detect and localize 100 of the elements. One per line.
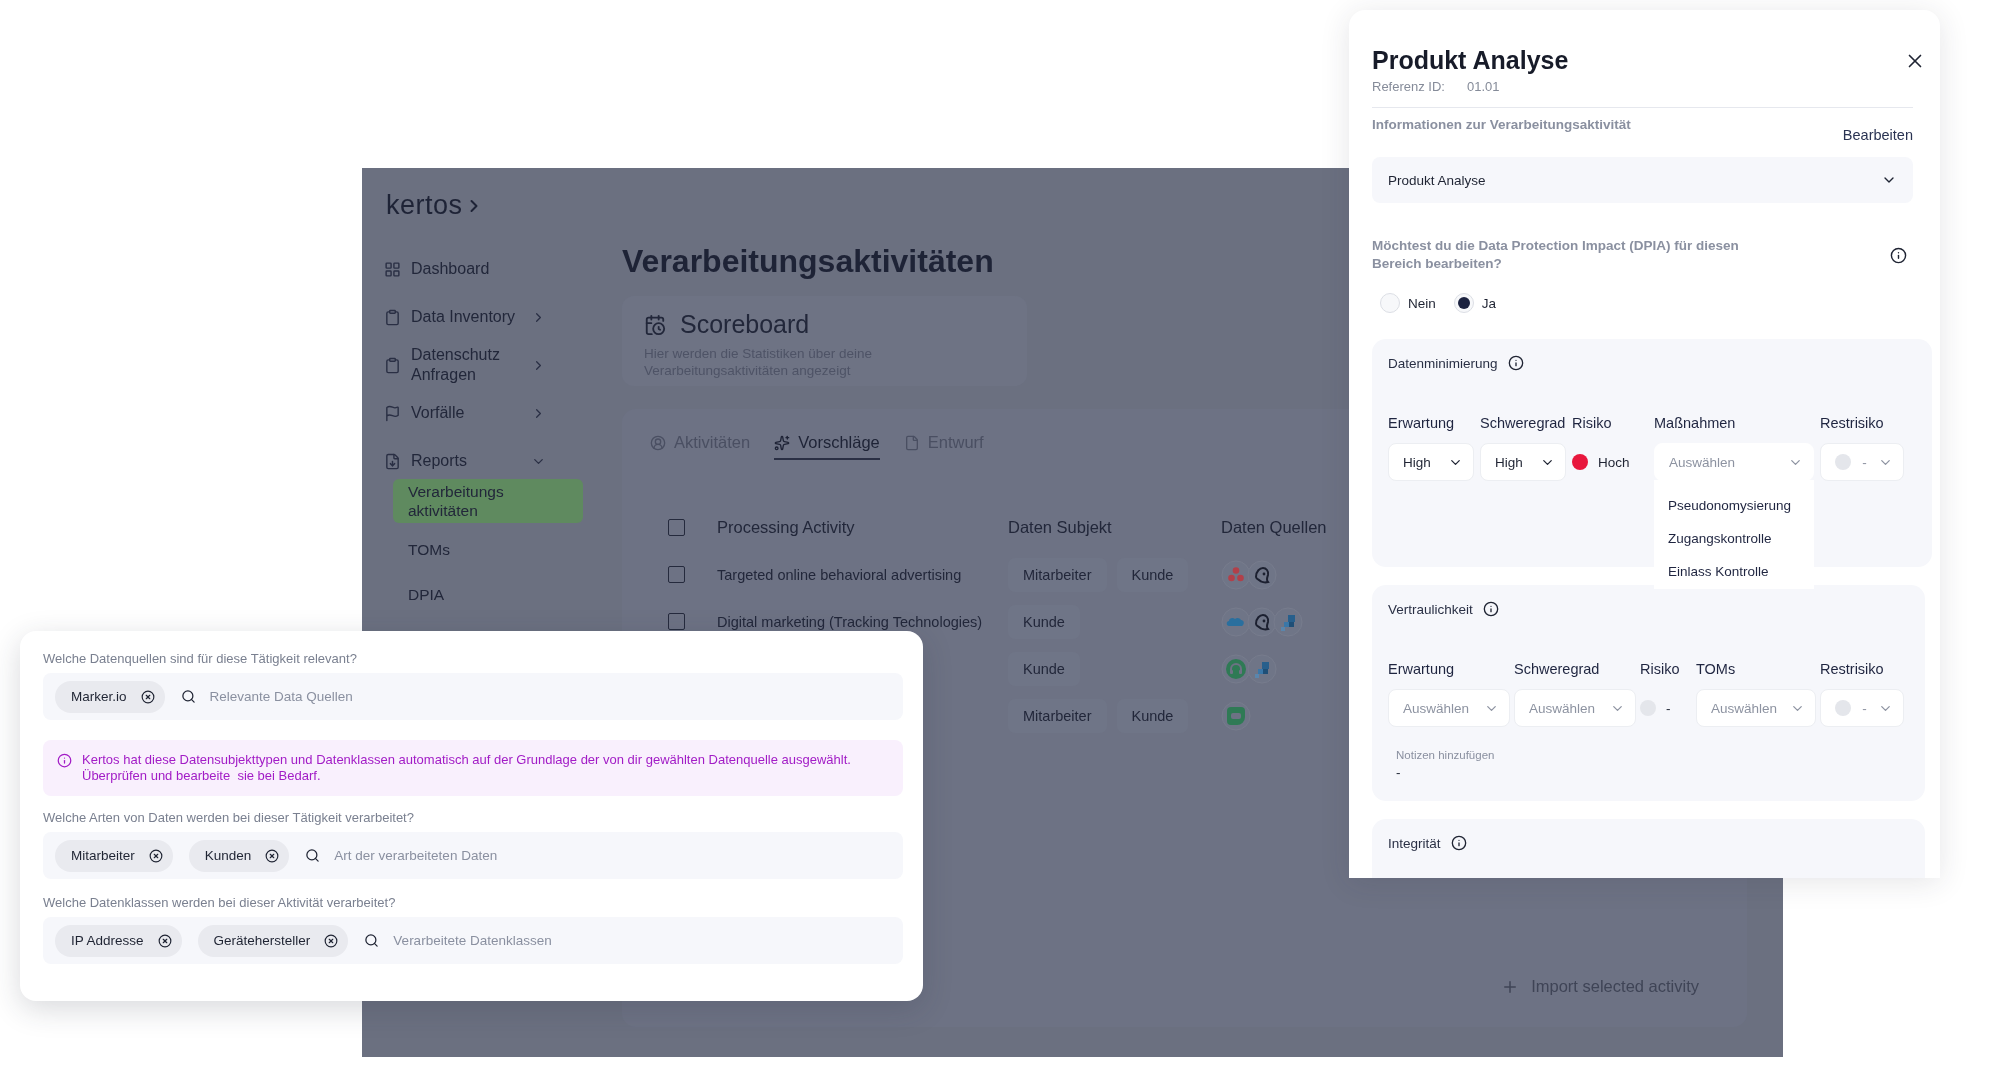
risk-level: - bbox=[1666, 700, 1671, 716]
nav-item[interactable]: Reports bbox=[384, 441, 600, 481]
user-circle-icon bbox=[650, 434, 666, 451]
file-icon bbox=[384, 452, 401, 470]
nav-subitem[interactable]: TOMs bbox=[393, 531, 583, 568]
menu-option[interactable]: Einlass Kontrolle bbox=[1668, 564, 1800, 579]
flag-icon bbox=[384, 404, 401, 422]
column-header: Daten Subjekt bbox=[1008, 518, 1112, 537]
activity-select[interactable]: Produkt Analyse bbox=[1372, 157, 1913, 203]
column-label: Restrisiko bbox=[1820, 415, 1885, 431]
notes-value: - bbox=[1396, 765, 1401, 780]
radio-option[interactable]: Ja bbox=[1453, 293, 1497, 313]
file-icon bbox=[903, 434, 920, 451]
grid-icon bbox=[384, 260, 401, 278]
tag-field[interactable]: IP Addresse Gerätehersteller Verarbeitete Datenklassen bbox=[43, 917, 903, 964]
search-input[interactable]: Verarbeitete Datenklassen bbox=[391, 932, 891, 949]
calendar-icon bbox=[644, 313, 666, 336]
chat-logo-icon bbox=[1221, 700, 1251, 731]
notice-text: Kertos hat diese Datensubjekttypen und Datenklassen automatisch auf der Grundlage der von dir gewählten Datenquelle ausgewählt. Überprüfen und bearbeite sie bei Bedarf. bbox=[82, 752, 852, 784]
column-label: Risiko bbox=[1572, 415, 1613, 431]
reference-value: 01.01 bbox=[1467, 79, 1500, 94]
checkbox[interactable] bbox=[668, 519, 685, 536]
reference-label: Referenz ID: bbox=[1372, 79, 1445, 94]
info-icon bbox=[1890, 246, 1907, 264]
select-field[interactable]: - bbox=[1820, 443, 1904, 481]
nav-item[interactable]: Dashboard bbox=[384, 249, 600, 289]
column-header: Processing Activity bbox=[717, 518, 855, 537]
tag: Marker.io bbox=[55, 680, 165, 713]
nav-item[interactable]: Data Inventory bbox=[384, 297, 600, 337]
tab[interactable]: Vorschläge bbox=[774, 429, 880, 460]
select-field[interactable]: High bbox=[1480, 443, 1566, 481]
clipboard-icon bbox=[384, 308, 401, 326]
tag-field[interactable]: Marker.io Relevante Data Quellen bbox=[43, 673, 903, 720]
remove-icon[interactable] bbox=[265, 848, 280, 863]
tag-field[interactable]: Mitarbeiter Kunden Art der verarbeiteten Daten bbox=[43, 832, 903, 879]
search-icon bbox=[364, 933, 380, 948]
search-input[interactable]: Relevante Data Quellen bbox=[207, 688, 891, 705]
section-title: Vertraulichkeit bbox=[1388, 601, 1473, 617]
squares-logo-icon bbox=[1273, 606, 1303, 637]
question-text: Welche Datenquellen sind für diese Tätigkeit relevant? bbox=[43, 651, 358, 666]
table-cell-text: Targeted online behavioral advertising bbox=[717, 566, 963, 583]
tag: Mitarbeiter bbox=[55, 839, 173, 872]
info-icon bbox=[1450, 835, 1467, 851]
search-icon bbox=[180, 689, 196, 704]
menu-option[interactable]: Pseudonomysierung bbox=[1668, 498, 1800, 513]
remove-icon[interactable] bbox=[324, 933, 339, 948]
squares-logo-icon bbox=[1247, 653, 1277, 684]
column-label: Maßnahmen bbox=[1654, 415, 1737, 431]
swirl-logo-icon bbox=[1247, 606, 1277, 637]
remove-icon[interactable] bbox=[148, 848, 163, 863]
nav-item[interactable]: Datenschutz Anfragen bbox=[384, 345, 600, 385]
radio-button[interactable] bbox=[1453, 293, 1474, 313]
table-cell-text: Digital marketing (Tracking Technologies) bbox=[717, 613, 984, 630]
column-label: Restrisiko bbox=[1820, 661, 1885, 677]
panel-title: Produkt Analyse bbox=[1372, 46, 1570, 75]
remove-icon[interactable] bbox=[140, 689, 155, 704]
scoreboard-title: Scoreboard bbox=[680, 310, 810, 339]
question-text: Möchtest du die Data Protection Impact (DPIA) für diesen Bereich bearbeiten? bbox=[1372, 237, 1740, 273]
sparkles-icon bbox=[774, 434, 791, 451]
column-label: Risiko bbox=[1640, 661, 1681, 677]
logo: kertos bbox=[386, 190, 463, 221]
swirl-logo-icon bbox=[1247, 559, 1277, 590]
select-field[interactable]: - bbox=[1820, 689, 1904, 727]
tag: Kunden bbox=[188, 839, 290, 872]
remove-icon[interactable] bbox=[157, 933, 172, 948]
nav-subitem[interactable]: Verarbeitungs aktivitäten bbox=[393, 479, 583, 523]
select-field[interactable]: Auswählen bbox=[1388, 689, 1510, 727]
checkbox[interactable] bbox=[668, 613, 685, 630]
risk-level: Hoch bbox=[1598, 454, 1630, 470]
radio-option[interactable]: Nein bbox=[1380, 293, 1436, 313]
info-icon bbox=[57, 753, 72, 768]
checkbox[interactable] bbox=[668, 566, 685, 583]
column-label: Schweregrad bbox=[1480, 415, 1566, 431]
section-label: Informationen zur Verarbeitungsaktivität bbox=[1372, 117, 1631, 132]
clipboard-icon bbox=[384, 356, 401, 374]
page-title: Verarbeitungsaktivitäten bbox=[622, 242, 994, 281]
column-label: TOMs bbox=[1696, 661, 1737, 677]
select-field[interactable]: Auswählen bbox=[1696, 689, 1816, 727]
radio-button[interactable] bbox=[1380, 293, 1400, 313]
search-input[interactable]: Art der verarbeiteten Daten bbox=[332, 847, 891, 864]
section-title: Integrität bbox=[1388, 835, 1441, 851]
search-icon bbox=[305, 848, 321, 863]
dots-logo-icon bbox=[1221, 559, 1251, 590]
column-label: Erwartung bbox=[1388, 415, 1456, 431]
column-label: Erwartung bbox=[1388, 661, 1456, 677]
tag: Gerätehersteller bbox=[197, 924, 349, 957]
menu-option[interactable]: Zugangskontrolle bbox=[1668, 531, 1800, 546]
select-field[interactable]: Auswählen bbox=[1514, 689, 1636, 727]
question-text: Welche Datenklassen werden bei dieser Aktivität verarbeitet? bbox=[43, 895, 397, 910]
info-icon bbox=[1482, 601, 1499, 617]
info-icon bbox=[1507, 355, 1524, 371]
edit-button[interactable]: Bearbeiten bbox=[1842, 127, 1913, 143]
nav-item[interactable]: Vorfälle bbox=[384, 393, 600, 433]
column-label: Schweregrad bbox=[1514, 661, 1601, 677]
question-text: Welche Arten von Daten werden bei dieser Tätigkeit verarbeitet? bbox=[43, 810, 415, 825]
nav-subitem[interactable]: DPIA bbox=[393, 576, 583, 613]
section-title: Datenminimierung bbox=[1388, 355, 1498, 371]
select-field[interactable]: High bbox=[1388, 443, 1474, 481]
headset-logo-icon bbox=[1221, 653, 1251, 684]
tag: IP Addresse bbox=[55, 924, 182, 957]
